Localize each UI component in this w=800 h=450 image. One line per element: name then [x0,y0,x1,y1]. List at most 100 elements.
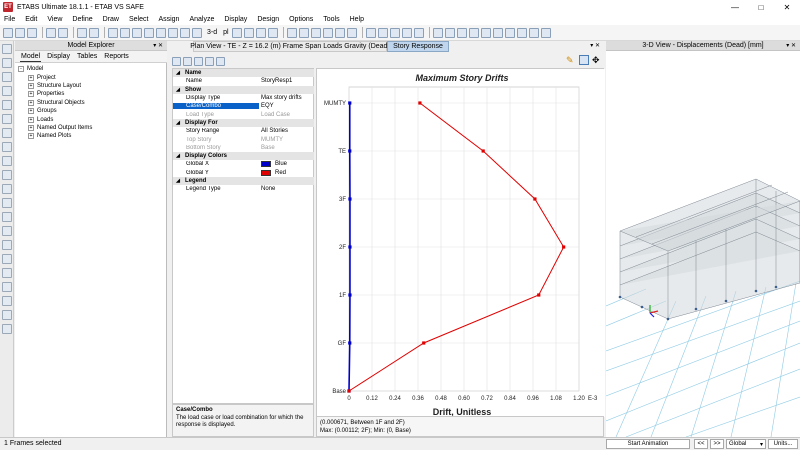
object-shrink-icon[interactable] [286,27,297,38]
steel-design-icon[interactable] [377,27,388,38]
collapse-arrow-icon[interactable]: ◢ [175,153,181,159]
expand-icon[interactable]: + [28,108,34,115]
property-value[interactable]: MUMTY [259,137,314,143]
menu-file[interactable]: File [4,16,15,23]
tree-item[interactable]: + Structure Layout [18,82,92,90]
property-row[interactable]: Load Type Load Case [173,111,314,119]
collapse-arrow-icon[interactable]: ◢ [175,87,181,93]
property-value[interactable]: None [259,186,314,192]
collapse-arrow-icon[interactable]: ◢ [175,70,181,76]
expand-icon[interactable]: + [28,74,34,81]
zoom-all-icon[interactable] [156,27,166,38]
zoom-out-icon[interactable] [132,27,142,38]
table-icon[interactable] [432,27,443,38]
show-deformed-icon[interactable] [334,27,345,38]
collapse-arrow-icon[interactable]: ◢ [175,178,181,184]
down-arrow-icon[interactable] [267,27,278,38]
property-row[interactable]: Name StoryResp1 [173,77,314,85]
property-value[interactable]: Blue [259,161,314,168]
show-loads-icon[interactable] [322,27,333,38]
property-category[interactable]: ◢ Name [173,69,314,78]
snap-perpendicular-icon[interactable] [2,282,12,292]
open-plot-icon[interactable] [183,56,192,66]
zoom-window-icon[interactable] [144,27,154,38]
property-row[interactable]: Case/Combo EQY [173,102,314,110]
plan-view-button[interactable]: pl [223,29,228,36]
color-swatch[interactable] [261,169,271,176]
elevation-icon[interactable] [231,27,242,38]
property-value[interactable]: Red [259,169,314,176]
tree-item[interactable]: + Project [18,73,92,81]
property-row[interactable]: Top Story MUMTY [173,135,314,143]
refresh-icon[interactable] [192,27,202,38]
tree-item[interactable]: + Named Plots [18,132,92,140]
snap-options-icon[interactable] [2,324,12,334]
tree-item[interactable]: - Model [18,65,92,73]
expand-icon[interactable]: + [28,116,34,123]
draw-section-cut-icon[interactable] [2,198,12,208]
property-category[interactable]: ◢ Display For [173,118,314,128]
tree-item[interactable]: + Loads [18,115,92,123]
draw-dimension-icon[interactable] [2,184,12,194]
property-value[interactable]: Load Case [259,112,314,118]
expand-icon[interactable]: + [28,133,34,140]
options-icon[interactable] [540,27,551,38]
zoom-region-icon[interactable] [579,55,589,65]
concrete-design-icon[interactable] [389,27,400,38]
menu-view[interactable]: View [47,16,62,23]
property-category[interactable]: ◢ Legend [173,176,314,186]
zoom-previous-icon[interactable] [168,27,178,38]
menu-analyze[interactable]: Analyze [189,16,214,23]
draw-column-icon[interactable] [2,86,12,96]
draw-beam-icon[interactable] [2,72,12,82]
composite-design-icon[interactable] [401,27,412,38]
property-row[interactable]: Global Y Red [173,169,314,177]
pointer-icon[interactable] [108,27,118,38]
collapse-arrow-icon[interactable]: ◢ [175,120,181,126]
property-category[interactable]: ◢ Show [173,85,314,94]
snap-joint-icon[interactable] [2,240,12,250]
tab-tables[interactable]: Tables [76,52,98,61]
prev-frame-button[interactable]: << [694,439,708,449]
grid-icon[interactable] [504,27,515,38]
draw-wall-icon[interactable] [2,128,12,138]
tab-controls-icon[interactable]: ▾ ✕ [590,42,600,49]
draw-floor-icon[interactable] [2,114,12,124]
tree-item[interactable]: + Named Output Items [18,124,92,132]
draw-area-icon[interactable] [480,27,491,38]
select-all-icon[interactable] [444,27,455,38]
minimize-icon[interactable]: — [722,0,748,14]
menu-define[interactable]: Define [72,16,92,23]
property-value[interactable]: All Stories [259,128,314,134]
print-icon[interactable] [194,56,203,66]
copy-icon[interactable] [516,27,527,38]
draw-link-icon[interactable] [2,156,12,166]
property-row[interactable]: Display Type Max story drifts [173,94,314,102]
menu-options[interactable]: Options [289,16,313,23]
3d-view-button[interactable]: 3-d [207,29,217,36]
open-icon[interactable] [15,27,25,38]
design-icon[interactable] [365,27,376,38]
draw-reference-icon[interactable] [2,212,12,222]
draw-grid-icon[interactable] [2,226,12,236]
show-forces-icon[interactable] [346,27,357,38]
new-model-icon[interactable] [3,27,13,38]
lock-icon[interactable] [77,27,87,38]
menu-edit[interactable]: Edit [25,16,37,23]
expand-icon[interactable]: + [28,124,34,131]
select-pointer-icon[interactable] [2,44,12,54]
tab-reports[interactable]: Reports [103,52,130,61]
tab-story-response[interactable]: Story Response [387,41,449,52]
menu-tools[interactable]: Tools [323,16,339,23]
menu-design[interactable]: Design [257,16,279,23]
run-analysis-icon[interactable] [89,27,99,38]
3d-view-controls-icon[interactable]: ▾ ✕ [786,42,796,49]
tab-display[interactable]: Display [46,52,71,61]
export-icon[interactable] [205,56,214,66]
color-swatch[interactable] [261,161,271,168]
expand-icon[interactable]: + [28,91,34,98]
snap-midpoint-icon[interactable] [2,254,12,264]
units-button[interactable]: Units... [768,439,798,449]
pin-close-icon[interactable]: ▾ ✕ [153,42,163,49]
snap-lines-icon[interactable] [2,296,12,306]
